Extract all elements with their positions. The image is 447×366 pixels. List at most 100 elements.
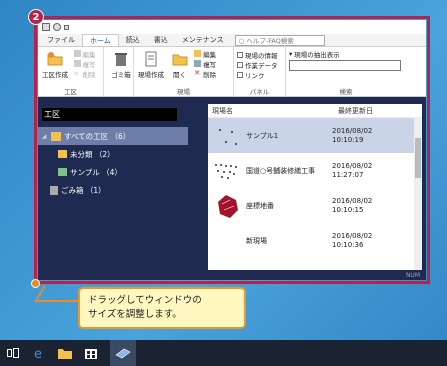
file-date-time: 11:27:07 [332,170,364,179]
delete-icon: ✕ [194,69,200,77]
tree-node-unclassified-label: 未分類 （2） [70,149,115,159]
dropdown-icon[interactable] [64,24,69,30]
ribbon-group-panel: 現場の情報 作業データ リンク パネル [234,47,286,97]
tree-node-all[interactable]: ◢ すべての工区 （6） [38,127,188,145]
file-date-time: 10:10:19 [332,135,364,144]
delete-koku-button[interactable]: ✕ 削除 [74,69,96,79]
tab-write[interactable]: 書込 [147,34,175,46]
file-list-header: 現場名 最終更新日 [208,104,422,118]
tab-file[interactable]: ファイル [40,34,82,46]
file-explorer-icon[interactable] [58,346,72,360]
trash-label: ゴミ箱 [111,71,131,79]
edit-genba-button[interactable]: 編集 [194,49,217,59]
taskbar: e [0,340,447,366]
title-bar [38,20,426,34]
panel-item-workdata[interactable]: 作業データ [237,60,278,70]
folder-add-icon [47,52,63,66]
file-row[interactable]: 国道○号舗装修繕工事 2016/08/02 11:27:07 [208,153,422,188]
edge-icon[interactable]: e [32,346,46,360]
copy-genba-label: 複写 [203,60,217,69]
search-input[interactable] [289,60,401,71]
copy-koku-label: 複写 [82,60,96,69]
ribbon: 工区作成 編集 複写 ✕ 削除 工区 ゴミ箱 現場作成 開く 編集 複写 ✕ 削… [38,47,426,97]
thumbnail [212,157,242,185]
edit-koku-button[interactable]: 編集 [73,49,96,59]
ribbon-tabs: ファイル ホーム 読込 書込 メンテナンス ○ ヘルプ-FAQ検索 [38,34,426,47]
trash-button[interactable]: ゴミ箱 [107,49,135,79]
koku-tree: 工区 ◢ すべての工区 （6） 未分類 （2） サンプル （4） ごみ箱 （1） [38,98,208,270]
folder-open-icon [172,54,188,66]
copy-genba-button[interactable]: 複写 [194,59,217,69]
app-icon[interactable] [110,340,136,366]
edit-genba-label: 編集 [203,50,217,59]
app-icon[interactable] [42,23,50,31]
col-name-header[interactable]: 現場名 [208,106,328,116]
folder-icon [51,131,61,141]
checkbox[interactable] [237,61,243,68]
help-search[interactable]: ○ ヘルプ-FAQ検索 [234,35,325,46]
koku-group-label: 工区 [64,88,77,96]
file-date: 2016/08/02 11:27:07 [328,162,372,180]
callout-line1: ドラッグしてウィンドウの [88,295,202,306]
tree-node-sample-label: サンプル （4） [70,167,122,177]
create-genba-button[interactable]: 現場作成 [137,49,165,79]
status-bar: NUM [38,270,426,280]
undo-icon[interactable] [53,23,61,31]
main-area: 工区 ◢ すべての工区 （6） 未分類 （2） サンプル （4） ごみ箱 （1）… [38,98,426,270]
thumbnail [212,192,242,220]
scrollbar-thumb[interactable] [415,138,421,178]
callout-line2: サイズを調整します。 [88,309,182,320]
sort-icon: ⌃ [340,107,346,114]
tab-maintenance[interactable]: メンテナンス [175,34,231,46]
thumbnail [212,227,242,255]
tree-node-trash-label: ごみ箱 （1） [61,185,106,195]
create-koku-button[interactable]: 工区作成 [41,49,69,79]
resize-handle[interactable] [31,279,40,288]
panel-item-info[interactable]: 現場の情報 [237,50,278,60]
file-name: 国道○号舗装修繕工事 [246,166,316,175]
vertical-scrollbar[interactable] [414,118,422,270]
extract-display-label: 現場の抽出表示 [294,50,340,59]
file-name: サンプル1 [246,131,279,140]
file-date-time: 10:10:36 [332,240,364,249]
delete-genba-button[interactable]: ✕ 削除 [194,69,216,79]
help-search-placeholder: ヘルプ-FAQ検索 [246,37,294,45]
delete-koku-label: 削除 [82,70,96,79]
file-date-time: 10:10:15 [332,205,364,214]
panel-group-label: パネル [249,88,270,96]
file-date-day: 2016/08/02 [332,196,373,205]
search-group-label: 検索 [339,88,353,96]
task-view-icon[interactable] [6,346,20,360]
tree-node-trash[interactable]: ごみ箱 （1） [38,181,208,199]
panel-item-link-label: リンク [245,71,265,80]
tree-node-sample[interactable]: サンプル （4） [38,163,208,181]
tab-read[interactable]: 読込 [119,34,147,46]
collapse-icon[interactable]: ◢ [40,133,48,140]
app-window: ファイル ホーム 読込 書込 メンテナンス ○ ヘルプ-FAQ検索 工区作成 編… [38,20,426,280]
checkbox[interactable] [237,71,243,78]
file-row[interactable]: 座標地番 2016/08/02 10:10:15 [208,188,422,223]
edit-icon [194,50,202,57]
copy-icon [194,60,202,67]
create-koku-label: 工区作成 [42,71,68,79]
file-row[interactable]: サンプル1 2016/08/02 10:10:19 [208,118,422,153]
callout: ドラッグしてウィンドウの サイズを調整します。 [78,287,246,329]
document-icon [145,51,157,67]
folder-icon [58,168,67,176]
tab-home[interactable]: ホーム [82,34,119,46]
copy-koku-button[interactable]: 複写 [73,59,96,69]
create-genba-label: 現場作成 [138,71,164,79]
tree-node-unclassified[interactable]: 未分類 （2） [38,145,208,163]
copy-icon [73,60,81,67]
file-date-day: 2016/08/02 [332,126,373,135]
edit-icon [73,50,81,57]
checkbox[interactable] [237,51,243,58]
panel-item-link[interactable]: リンク [237,70,278,80]
file-row[interactable]: 新現場 2016/08/02 10:10:36 [208,223,422,258]
edit-koku-label: 編集 [82,50,96,59]
thumbnail [212,122,242,150]
ribbon-group-search: ▾ 現場の抽出表示 検索 [286,47,406,97]
extract-display-button[interactable]: ▾ 現場の抽出表示 [289,49,403,59]
open-genba-button[interactable]: 開く [170,49,190,79]
store-icon[interactable] [84,346,98,360]
